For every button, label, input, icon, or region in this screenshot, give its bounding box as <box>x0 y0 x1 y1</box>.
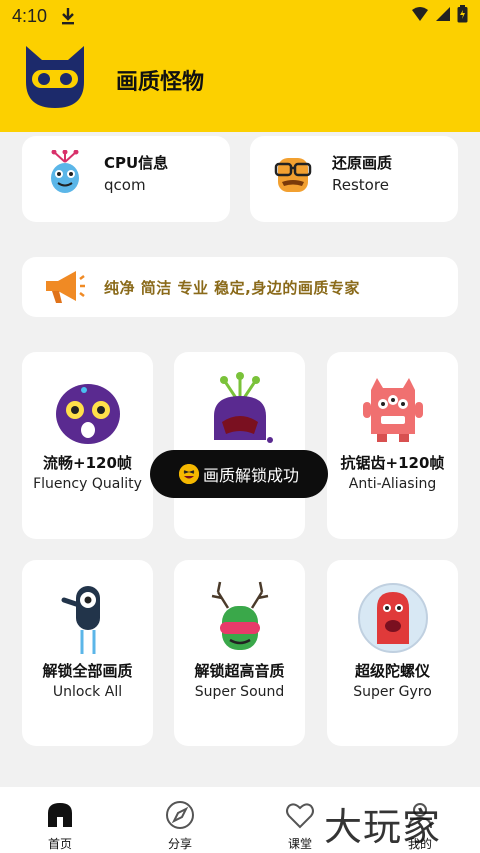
purple-monster-icon <box>48 370 128 448</box>
super-gyro-cn: 超级陀螺仪 <box>354 662 430 680</box>
bubble-monster-icon <box>353 578 433 656</box>
nav-home[interactable]: 首页 <box>0 787 120 853</box>
megaphone-icon <box>42 267 86 307</box>
cpu-info-subtitle: qcom <box>104 176 146 194</box>
pink-monster-icon <box>353 370 433 448</box>
anti-aliasing-cn: 抗锯齿+120帧 <box>340 454 445 472</box>
home-icon <box>44 799 76 831</box>
unlock-success-toast: 画质解锁成功 <box>150 450 328 498</box>
nav-share-label: 分享 <box>167 837 192 851</box>
app-header: 画质怪物 <box>0 32 480 132</box>
app-logo-monster-icon <box>20 42 90 112</box>
antenna-monster-tile[interactable] <box>174 352 305 539</box>
anti-aliasing-tile[interactable]: 抗锯齿+120帧 Anti-Aliasing <box>327 352 458 539</box>
cpu-info-card[interactable]: CPU信息 qcom <box>22 136 230 222</box>
toast-text: 画质解锁成功 <box>202 466 299 485</box>
antenna-monster-icon <box>200 370 280 448</box>
nav-home-label: 首页 <box>47 837 72 851</box>
heart-icon <box>284 799 316 831</box>
unlock-all-en: Unlock All <box>52 684 123 700</box>
super-sound-cn: 解锁超高音质 <box>194 662 285 680</box>
fluency-quality-cn: 流畅+120帧 <box>43 454 132 472</box>
unlock-all-cn: 解锁全部画质 <box>42 662 133 680</box>
status-time: 4:10 <box>12 5 48 26</box>
restore-subtitle: Restore <box>332 176 389 194</box>
fluency-quality-en: Fluency Quality <box>33 476 142 492</box>
wifi-icon <box>411 6 429 27</box>
restore-monster-icon <box>272 150 314 196</box>
nav-share[interactable]: 分享 <box>120 787 240 853</box>
fluency-quality-tile[interactable]: 流畅+120帧 Fluency Quality <box>22 352 153 539</box>
unlock-all-tile[interactable]: 解锁全部画质 Unlock All <box>22 560 153 746</box>
super-gyro-tile[interactable]: 超级陀螺仪 Super Gyro <box>327 560 458 746</box>
super-sound-tile[interactable]: 解锁超高音质 Super Sound <box>174 560 305 746</box>
anti-aliasing-en: Anti-Aliasing <box>348 476 437 492</box>
compass-icon <box>164 799 196 831</box>
nav-classroom-label: 课堂 <box>287 837 312 851</box>
slogan-banner: 纯净 简洁 专业 稳定,身边的画质专家 <box>22 257 458 317</box>
one-eye-monster-icon <box>48 578 128 656</box>
restore-card[interactable]: 还原画质 Restore <box>250 136 458 222</box>
super-sound-en: Super Sound <box>194 684 285 700</box>
battery-icon <box>457 4 468 28</box>
status-bar: 4:10 <box>0 0 480 32</box>
download-icon <box>61 7 75 25</box>
super-gyro-en: Super Gyro <box>353 684 432 700</box>
watermark: 大玩家 <box>324 805 442 849</box>
cpu-info-title: CPU信息 <box>104 154 169 172</box>
app-title: 画质怪物 <box>116 70 205 95</box>
signal-icon <box>435 6 451 27</box>
restore-title: 还原画质 <box>332 154 393 172</box>
slogan-text: 纯净 简洁 专业 稳定,身边的画质专家 <box>104 279 360 297</box>
cpu-monster-icon <box>44 149 86 196</box>
antler-monster-icon <box>200 578 280 656</box>
laughing-emoji-icon <box>178 464 199 484</box>
